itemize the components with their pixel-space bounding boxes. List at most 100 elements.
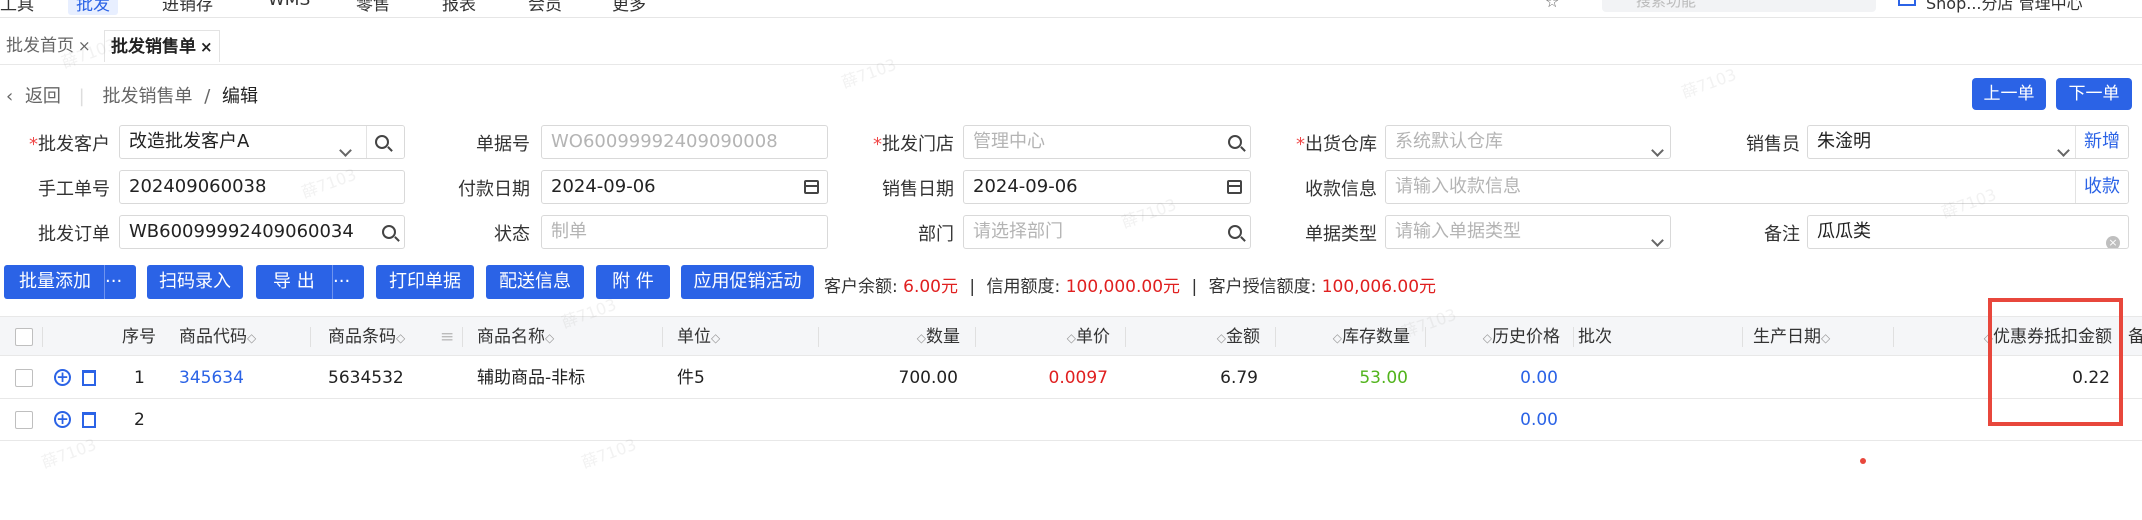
grant-label: 客户授信额度: xyxy=(1208,277,1317,297)
close-icon[interactable]: × xyxy=(200,38,213,56)
remark-input[interactable]: 瓜瓜类 × xyxy=(1807,215,2129,249)
next-order-button[interactable]: 下一单 xyxy=(2056,78,2132,110)
highlight-box xyxy=(1988,298,2123,426)
column-production-date[interactable]: 生产日期◇ xyxy=(1753,317,1830,357)
export-button[interactable]: 导 出 ··· xyxy=(256,265,364,299)
sale-date-picker[interactable]: 2024-09-06 xyxy=(963,170,1251,204)
search-icon[interactable] xyxy=(1228,216,1242,248)
row-checkbox[interactable] xyxy=(15,369,33,387)
warehouse-placeholder: 系统默认仓库 xyxy=(1395,131,1503,152)
delete-icon[interactable] xyxy=(82,412,96,428)
batch-add-button[interactable]: 批量添加 ··· xyxy=(4,265,136,299)
order-label: 批发订单 xyxy=(38,224,110,245)
remark-label: 备注 xyxy=(1764,224,1800,245)
global-search-input[interactable]: 搜索功能 xyxy=(1602,0,1876,12)
nav-item-tools[interactable]: 工具 xyxy=(0,0,34,15)
receipt-link[interactable]: 收款 xyxy=(2075,171,2128,203)
column-qty[interactable]: ◇数量 xyxy=(880,317,960,357)
nav-item-reports[interactable]: 报表 xyxy=(442,0,476,15)
tab-wholesale-sales[interactable]: 批发销售单 × xyxy=(104,30,220,62)
more-icon[interactable]: ··· xyxy=(104,265,136,299)
balance-value: 6.00元 xyxy=(903,277,958,297)
separator: | xyxy=(1191,277,1198,297)
dept-label: 部门 xyxy=(918,224,954,245)
star-icon[interactable]: ☆ xyxy=(1545,0,1559,11)
nav-item-inventory[interactable]: 进销存 xyxy=(162,0,213,15)
salesman-value: 朱淦明 xyxy=(1817,131,1871,152)
credit-label: 信用额度: xyxy=(986,277,1061,297)
column-batch: 批次 xyxy=(1578,327,1612,347)
table-row[interactable]: + 2 0.00 xyxy=(0,399,2142,441)
more-icon[interactable]: ··· xyxy=(332,265,364,299)
dept-select[interactable]: 请选择部门 xyxy=(963,215,1251,249)
doc-type-select[interactable]: 请输入单据类型 xyxy=(1385,215,1671,249)
cell-history-price[interactable]: 0.00 xyxy=(1458,399,1558,441)
cell-amount: 6.79 xyxy=(1220,368,1258,388)
doc-no-label: 单据号 xyxy=(476,134,530,155)
receipt-label: 收款信息 xyxy=(1305,179,1377,200)
store-select[interactable]: 管理中心 xyxy=(963,125,1251,159)
add-salesman-link[interactable]: 新增 xyxy=(2075,126,2128,158)
search-icon[interactable] xyxy=(382,216,396,248)
add-row-icon[interactable]: + xyxy=(54,369,71,386)
calendar-icon[interactable] xyxy=(804,171,819,203)
delete-icon[interactable] xyxy=(82,370,96,386)
clear-icon[interactable]: × xyxy=(2106,225,2120,248)
store-label: *批发门店 xyxy=(873,134,954,155)
cell-history-price[interactable]: 0.00 xyxy=(1458,357,1558,399)
tab-divider xyxy=(0,64,2142,65)
receipt-input[interactable]: 请输入收款信息 收款 xyxy=(1385,170,2129,204)
nav-item-wholesale[interactable]: 批发 xyxy=(68,0,118,15)
cell-stock: 53.00 xyxy=(1359,368,1408,388)
column-amount[interactable]: ◇金额 xyxy=(1190,317,1260,357)
cell-unit: 件5 xyxy=(677,368,705,388)
column-price[interactable]: ◇单价 xyxy=(1040,317,1110,357)
balance-info: 客户余额: 6.00元 | 信用额度: 100,000.00元 | 客户授信额度… xyxy=(824,272,1436,297)
nav-item-more[interactable]: 更多 xyxy=(612,0,646,15)
breadcrumb-parent[interactable]: 批发销售单 xyxy=(102,86,192,107)
add-row-icon[interactable]: + xyxy=(54,411,71,428)
search-icon[interactable] xyxy=(1228,126,1242,158)
nav-item-retail[interactable]: 零售 xyxy=(356,0,390,15)
back-icon[interactable]: ‹ xyxy=(6,86,13,107)
column-unit[interactable]: 单位◇ xyxy=(677,317,720,357)
select-all-checkbox[interactable] xyxy=(15,328,33,346)
remark-value: 瓜瓜类 xyxy=(1817,221,1871,242)
sale-date-label: 销售日期 xyxy=(882,179,954,200)
cell-code[interactable]: 345634 xyxy=(179,357,244,399)
cell-barcode: 5634532 xyxy=(328,368,404,388)
order-select[interactable]: WB60099992409060034 xyxy=(119,215,405,249)
cell-qty[interactable]: 700.00 xyxy=(858,357,958,399)
salesman-select[interactable]: 朱淦明 新增 xyxy=(1807,125,2129,159)
prev-order-button[interactable]: 上一单 xyxy=(1972,78,2046,110)
column-stock[interactable]: ◇库存数量 xyxy=(1300,317,1410,357)
scan-entry-button[interactable]: 扫码录入 xyxy=(147,265,243,299)
breadcrumb-sep: / xyxy=(204,86,211,107)
customer-label: *批发客户 xyxy=(29,134,110,155)
row-checkbox[interactable] xyxy=(15,411,33,429)
print-button[interactable]: 打印单据 xyxy=(376,265,474,299)
pay-date-picker[interactable]: 2024-09-06 xyxy=(541,170,828,204)
chevron-down-icon xyxy=(339,134,352,158)
column-barcode[interactable]: 商品条码◇ xyxy=(328,317,405,357)
chevron-down-icon xyxy=(2057,134,2070,158)
nav-item-wms[interactable]: WMS xyxy=(268,0,310,10)
calendar-icon[interactable] xyxy=(1227,171,1242,203)
nav-item-members[interactable]: 会员 xyxy=(528,0,562,15)
user-name[interactable]: Shop...分店 管理中心 xyxy=(1926,0,2083,14)
apply-promotion-button[interactable]: 应用促销活动 xyxy=(681,265,814,299)
pay-date-value: 2024-09-06 xyxy=(551,176,656,197)
order-value: WB60099992409060034 xyxy=(129,221,354,242)
column-name[interactable]: 商品名称◇ xyxy=(477,317,554,357)
back-link[interactable]: 返回 xyxy=(25,86,61,107)
search-icon[interactable] xyxy=(366,126,404,158)
cell-price[interactable]: 0.0097 xyxy=(1008,357,1108,399)
column-seq: 序号 xyxy=(122,327,156,347)
column-code[interactable]: 商品代码◇ xyxy=(179,317,256,357)
warehouse-select[interactable]: 系统默认仓库 xyxy=(1385,125,1671,159)
customer-select[interactable]: 改造批发客户A xyxy=(119,125,405,159)
manual-no-input[interactable]: 202409060038 xyxy=(119,170,405,204)
drag-handle-icon[interactable]: ≡ xyxy=(440,317,454,357)
delivery-button[interactable]: 配送信息 xyxy=(486,265,584,299)
table-row[interactable]: + 1 345634 5634532 辅助商品-非标 件5 700.00 0.0… xyxy=(0,357,2142,399)
